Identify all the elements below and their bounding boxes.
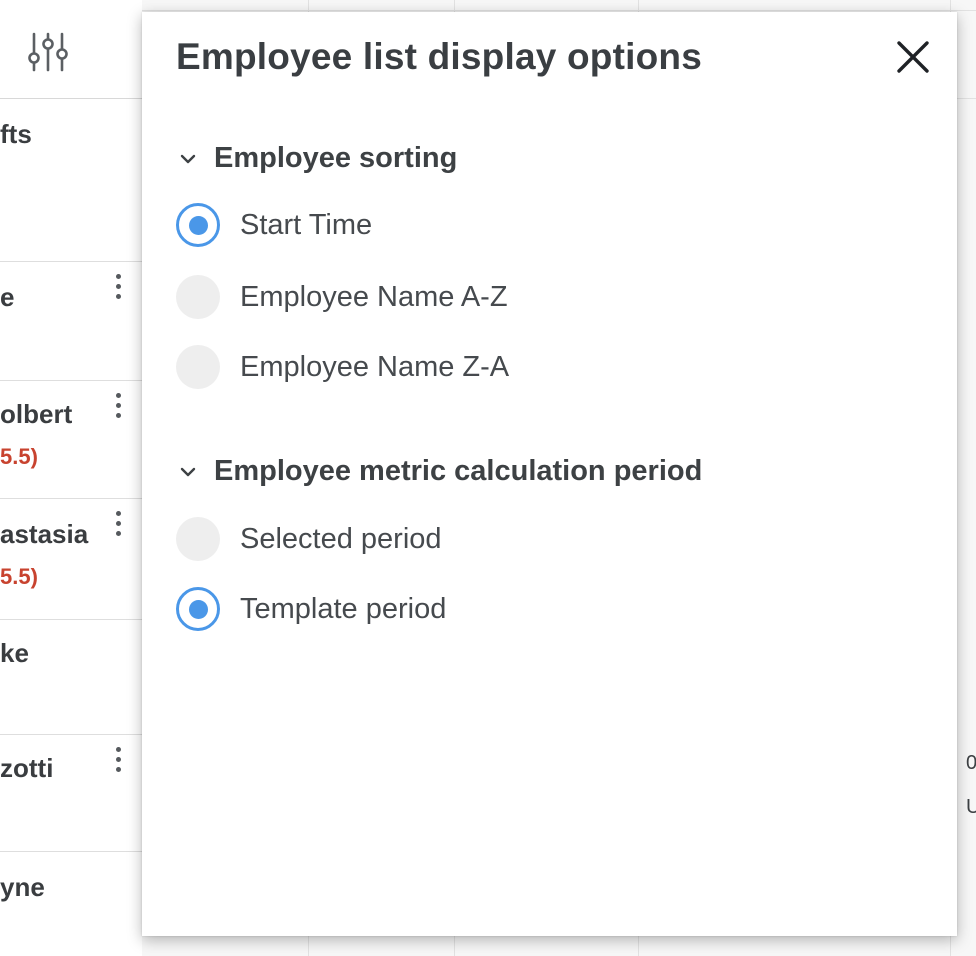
employee-name: astasia: [0, 519, 89, 549]
kebab-menu-icon[interactable]: [108, 511, 128, 541]
kebab-menu-icon[interactable]: [108, 274, 128, 304]
radio-label: Employee Name A-Z: [240, 280, 508, 313]
chevron-down-icon: [180, 467, 196, 476]
radio-button[interactable]: [176, 345, 220, 389]
radio-template-period[interactable]: Template period: [176, 587, 446, 631]
employee-name: zotti: [0, 753, 54, 783]
radio-label: Employee Name Z-A: [240, 350, 510, 383]
employee-name: fts: [0, 119, 32, 149]
employee-name: e: [0, 282, 15, 312]
section-employee-sorting[interactable]: Employee sorting: [176, 142, 457, 175]
employee-list-header: [0, 0, 142, 99]
edge-shift-text: 0: [966, 752, 976, 774]
employee-name: yne: [0, 872, 45, 902]
kebab-menu-icon[interactable]: [108, 393, 128, 423]
section-title: Employee sorting: [214, 142, 458, 174]
close-icon[interactable]: [892, 36, 934, 78]
dialog-title: Employee list display options: [176, 36, 702, 77]
schedule-screen: fts e olbert 5.5) astasia 5.5) ke zotti …: [0, 0, 976, 956]
radio-button[interactable]: [176, 517, 220, 561]
employee-row[interactable]: ke: [0, 620, 142, 735]
employee-name: olbert: [0, 399, 73, 429]
edge-shift-text: U: [966, 796, 976, 818]
radio-selected-period[interactable]: Selected period: [176, 517, 442, 561]
radio-employee-name-z-a[interactable]: Employee Name Z-A: [176, 345, 509, 389]
radio-label: Template period: [240, 592, 447, 625]
employee-row[interactable]: olbert 5.5): [0, 381, 142, 499]
employee-metric: 5.5): [0, 444, 38, 469]
employee-row[interactable]: zotti: [0, 735, 142, 852]
employee-row[interactable]: yne: [0, 852, 142, 956]
radio-button[interactable]: [176, 275, 220, 319]
kebab-menu-icon[interactable]: [108, 747, 128, 777]
employee-row[interactable]: astasia 5.5): [0, 499, 142, 620]
radio-employee-name-a-z[interactable]: Employee Name A-Z: [176, 275, 508, 319]
chevron-down-icon: [180, 154, 196, 163]
radio-button[interactable]: [176, 203, 220, 247]
section-employee-metric-calculation-period[interactable]: Employee metric calculation period: [176, 455, 702, 488]
section-title: Employee metric calculation period: [214, 455, 703, 487]
employee-metric: 5.5): [0, 564, 38, 589]
radio-label: Start Time: [240, 208, 373, 241]
radio-button[interactable]: [176, 587, 220, 631]
employee-row[interactable]: fts: [0, 99, 142, 262]
employee-list-column: fts e olbert 5.5) astasia 5.5) ke zotti …: [0, 0, 142, 956]
radio-start-time[interactable]: Start Time: [176, 203, 372, 247]
employee-row[interactable]: e: [0, 262, 142, 381]
sliders-icon[interactable]: [26, 30, 70, 74]
display-options-dialog: Employee list display options Employee s…: [142, 12, 957, 936]
radio-label: Selected period: [240, 522, 442, 555]
employee-name: ke: [0, 638, 29, 668]
